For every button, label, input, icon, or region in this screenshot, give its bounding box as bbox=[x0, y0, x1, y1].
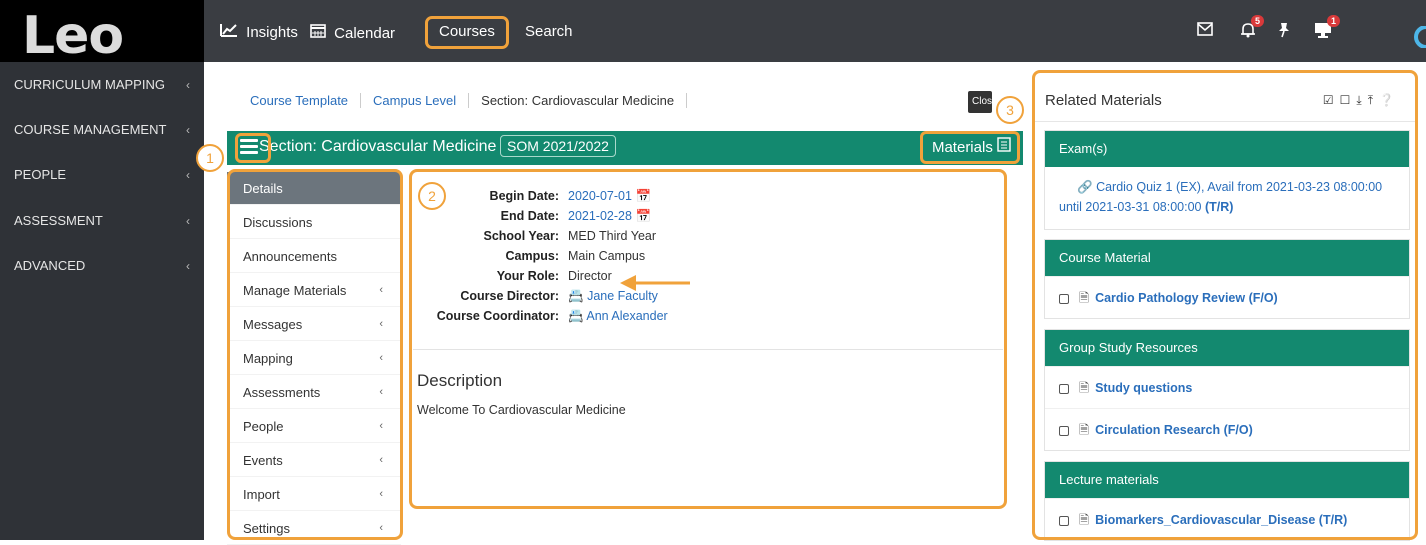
sidebar-item-curriculum-mapping[interactable]: CURRICULUM MAPPING ‹ bbox=[0, 75, 204, 115]
sidebar-item-people[interactable]: PEOPLE ‹ bbox=[0, 165, 204, 205]
pin-icon[interactable] bbox=[1277, 22, 1291, 42]
messages-badge: 1 bbox=[1326, 15, 1340, 27]
term-badge: SOM 2021/2022 bbox=[500, 135, 616, 157]
sidebar-item-label: ASSESSMENT bbox=[14, 213, 103, 228]
related-materials-highlight bbox=[1032, 70, 1418, 540]
sidebar-item-label: PEOPLE bbox=[14, 167, 67, 182]
chevron-left-icon: ‹ bbox=[186, 123, 190, 137]
top-navbar: Insights Calendar Courses Search 5 1 bbox=[204, 0, 1426, 62]
sidebar-item-label: CURRICULUM MAPPING bbox=[14, 77, 165, 92]
breadcrumb-current: Section: Cardiovascular Medicine bbox=[469, 93, 688, 108]
sidebar-item-advanced[interactable]: ADVANCED ‹ bbox=[0, 256, 204, 296]
logo[interactable]: Leo bbox=[0, 0, 204, 66]
details-highlight bbox=[409, 169, 1007, 509]
sidebar: Leo CURRICULUM MAPPING ‹ COURSE MANAGEME… bbox=[0, 0, 204, 540]
materials-highlight bbox=[920, 131, 1020, 164]
sidebar-item-label: COURSE MANAGEMENT bbox=[14, 122, 167, 137]
nav-calendar-label: Calendar bbox=[334, 25, 396, 42]
bell-icon[interactable]: 5 bbox=[1240, 15, 1264, 42]
avatar[interactable] bbox=[1411, 25, 1426, 52]
breadcrumb-campus-level[interactable]: Campus Level bbox=[361, 93, 470, 108]
chart-line-icon bbox=[220, 24, 242, 41]
nav-search[interactable]: Search bbox=[525, 23, 573, 41]
section-title: Section: Cardiovascular Medicine bbox=[259, 138, 497, 155]
chevron-left-icon: ‹ bbox=[186, 168, 190, 182]
arrow-left-icon bbox=[620, 275, 690, 291]
nav-courses[interactable]: Courses bbox=[439, 23, 495, 41]
envelope-icon[interactable] bbox=[1197, 22, 1213, 40]
chevron-left-icon: ‹ bbox=[186, 78, 190, 92]
sidebar-item-course-management[interactable]: COURSE MANAGEMENT ‹ bbox=[0, 120, 204, 160]
step-marker-1: 1 bbox=[196, 144, 224, 172]
breadcrumb: Course Template Campus Level Section: Card… bbox=[236, 93, 688, 108]
section-header: Section: Cardiovascular Medicine SOM 202… bbox=[227, 131, 1023, 165]
chevron-left-icon: ‹ bbox=[186, 259, 190, 273]
nav-calendar[interactable]: Calendar bbox=[310, 23, 395, 43]
sidebar-item-assessment[interactable]: ASSESSMENT ‹ bbox=[0, 211, 204, 251]
nav-insights[interactable]: Insights bbox=[220, 23, 298, 42]
sidebar-item-label: ADVANCED bbox=[14, 258, 86, 273]
chevron-left-icon: ‹ bbox=[186, 214, 190, 228]
calendar-icon bbox=[310, 24, 330, 42]
close-button[interactable]: Close bbox=[968, 91, 992, 113]
nav-insights-label: Insights bbox=[246, 24, 298, 41]
notification-badge: 5 bbox=[1250, 15, 1264, 27]
submenu-highlight bbox=[227, 169, 403, 540]
step-marker-3: 3 bbox=[996, 96, 1024, 124]
hamburger-highlight bbox=[235, 133, 271, 163]
monitor-icon[interactable]: 1 bbox=[1314, 15, 1340, 42]
breadcrumb-course-template[interactable]: Course Template bbox=[236, 93, 362, 108]
